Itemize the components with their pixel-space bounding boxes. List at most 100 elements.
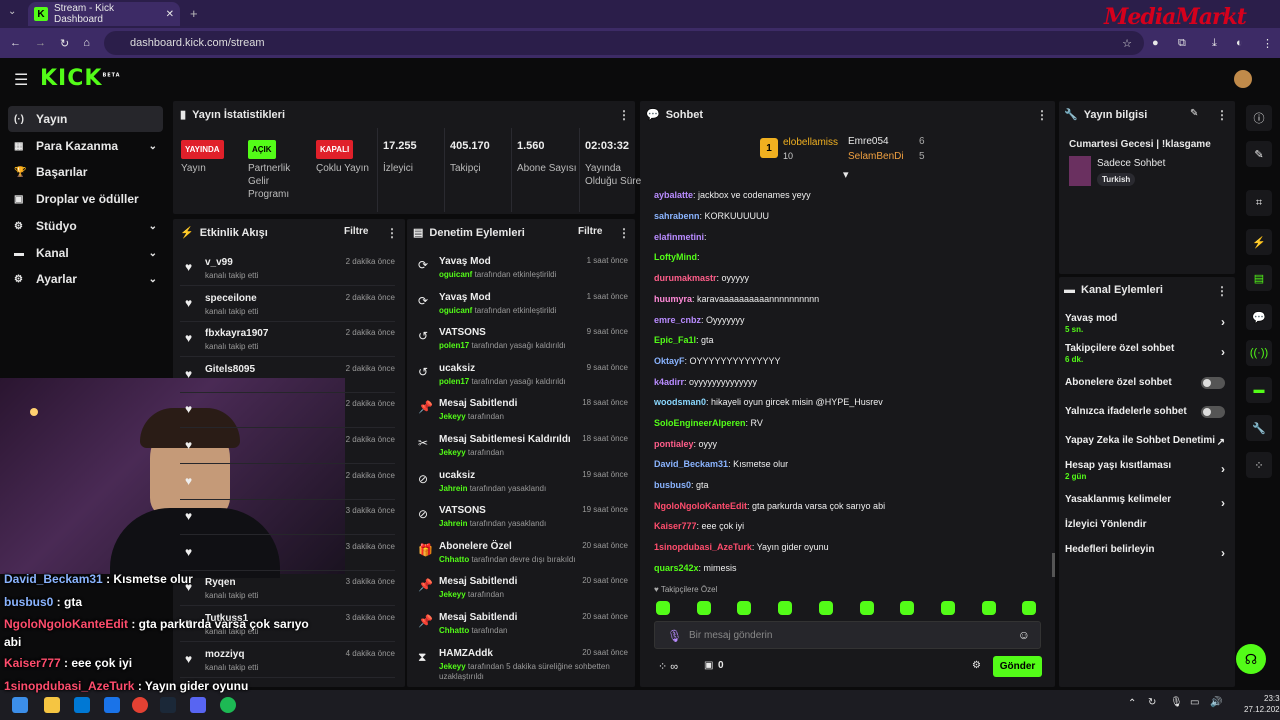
hamburger-menu-icon[interactable]: ☰ bbox=[14, 70, 28, 90]
edit-pencil-icon[interactable]: ✎ bbox=[1190, 108, 1198, 119]
focus-icon[interactable]: ⌗ bbox=[1246, 190, 1272, 216]
chat-username[interactable]: emre_cnbz bbox=[654, 315, 701, 325]
chat-username[interactable]: k4adirr bbox=[654, 377, 684, 387]
chat-username[interactable]: busbus0 bbox=[654, 480, 691, 490]
browser-tab[interactable]: K Stream - Kick Dashboard ✕ bbox=[28, 2, 180, 26]
chat-input[interactable]: 🎙 Bir mesaj gönderin ☺ bbox=[654, 621, 1041, 649]
emote-icon[interactable] bbox=[900, 601, 915, 615]
leaderboard-collapse-icon[interactable]: ▾ bbox=[843, 168, 849, 181]
new-tab-icon[interactable]: + bbox=[190, 6, 198, 21]
explorer-icon[interactable] bbox=[44, 697, 60, 713]
extension-red-icon[interactable]: ● bbox=[1152, 37, 1159, 49]
spotify-icon[interactable] bbox=[220, 697, 236, 713]
chat-username[interactable]: durumakmastr bbox=[654, 273, 717, 283]
forward-icon[interactable]: → bbox=[35, 37, 46, 49]
chat-username[interactable]: Epic_Fa1l bbox=[654, 335, 696, 345]
activity-item[interactable]: ♥ Ryqen kanalı takip etti 3 dakika önce bbox=[180, 571, 395, 607]
moderation-menu-icon[interactable]: ⋮ bbox=[618, 226, 630, 240]
channel-action-item[interactable]: Yavaş mod 5 sn. › bbox=[1065, 313, 1225, 334]
chat-username[interactable]: SoloEngineerAlperen bbox=[654, 418, 746, 428]
activity-filter-button[interactable]: Filtre bbox=[344, 226, 368, 237]
chat-username[interactable]: woodsman0 bbox=[654, 397, 706, 407]
chat-username[interactable]: Kaiser777 bbox=[654, 521, 697, 531]
moderation-item[interactable]: ⟳ Yavaş Mod oguicanf tarafından etkinleşti… bbox=[413, 251, 631, 286]
wrench-rail-icon[interactable]: 🔧 bbox=[1246, 415, 1272, 441]
chat-username[interactable]: elafinmetini bbox=[654, 232, 704, 242]
moderation-item[interactable]: ⊘ ucaksiz Jahrein tarafından yasaklandı 19 … bbox=[413, 465, 631, 500]
activity-item[interactable]: ♥ 3 dakika önce bbox=[180, 500, 395, 536]
moderation-item[interactable]: ⧗ HAMZAddk Jekeyy tarafından 5 dakika süre… bbox=[413, 643, 631, 681]
discord-icon[interactable] bbox=[190, 697, 206, 713]
emote-icon[interactable] bbox=[656, 601, 670, 615]
channel-actions-menu-icon[interactable]: ⋮ bbox=[1216, 284, 1228, 298]
sidebar-item-1[interactable]: ▦ Para Kazanma ⌄ bbox=[8, 133, 163, 159]
activity-item[interactable]: ♥ speceilone kanalı takip etti 2 dakika önc… bbox=[180, 287, 395, 322]
chevron-down-icon[interactable]: ⌄ bbox=[149, 248, 157, 259]
emoji-icon[interactable]: ☺ bbox=[1018, 628, 1030, 642]
chat-username[interactable]: David_Beckam31 bbox=[654, 459, 728, 469]
store-icon[interactable] bbox=[74, 697, 90, 713]
moderation-item[interactable]: ⊘ VATSONS Jahrein tarafından yasaklandı 19 … bbox=[413, 500, 631, 535]
send-button[interactable]: Gönder bbox=[993, 656, 1042, 677]
channel-action-item[interactable]: Hesap yaşı kısıtlaması 2 gün › bbox=[1065, 460, 1225, 481]
leaderboard-name-3[interactable]: SelamBenDi bbox=[848, 151, 904, 162]
moderation-item[interactable]: ↺ VATSONS polen17 tarafından yasağı kaldır… bbox=[413, 322, 631, 357]
emote-icon[interactable] bbox=[940, 601, 955, 615]
points-icon[interactable]: ⁘ ∞ bbox=[658, 660, 678, 673]
start-icon[interactable] bbox=[12, 697, 28, 713]
moderation-item[interactable]: 📌 Mesaj Sabitlendi Jekeyy tarafından 18 saa… bbox=[413, 393, 631, 428]
pencil-icon[interactable]: ✎ bbox=[1246, 141, 1272, 167]
tray-chevron-icon[interactable]: ⌃ bbox=[1128, 698, 1136, 709]
sidebar-item-4[interactable]: ⚙ Stüdyo ⌄ bbox=[8, 213, 163, 239]
activity-item[interactable]: ♥ Gitels8095 2 dakika önce bbox=[180, 358, 395, 393]
activity-item[interactable]: ♥ mozziyq kanalı takip etti 4 dakika önce bbox=[180, 643, 395, 678]
home-icon[interactable]: ⌂ bbox=[83, 37, 90, 49]
channel-action-item[interactable]: İzleyici Yönlendir bbox=[1065, 519, 1225, 530]
chat-scrollbar[interactable] bbox=[1052, 553, 1055, 577]
url-field[interactable]: dashboard.kick.com/stream ☆ bbox=[104, 31, 1144, 55]
extensions-icon[interactable]: ⧉ bbox=[1178, 37, 1186, 50]
chat-settings-icon[interactable]: ⚙ bbox=[972, 660, 981, 671]
chat-username[interactable]: LoftyMind bbox=[654, 252, 697, 262]
user-avatar[interactable] bbox=[1234, 70, 1252, 88]
sidebar-item-5[interactable]: ▬ Kanal ⌄ bbox=[8, 240, 163, 266]
channel-action-item[interactable]: Abonelere özel sohbet bbox=[1065, 377, 1225, 389]
category-name[interactable]: Sadece Sohbet bbox=[1097, 158, 1165, 169]
activity-item[interactable]: ♥ 2 dakika önce bbox=[180, 393, 395, 429]
channel-action-item[interactable]: Hedefleri belirleyin › bbox=[1065, 544, 1225, 560]
leaderboard-name-2[interactable]: Emre054 bbox=[848, 136, 889, 147]
gift-icon[interactable]: ▣ bbox=[704, 660, 713, 671]
emote-icon[interactable] bbox=[859, 601, 874, 615]
chat-username[interactable]: sahrabenn bbox=[654, 211, 700, 221]
moderation-item[interactable]: ✂ Mesaj Sabitlemesi Kaldırıldı Jekeyy tara… bbox=[413, 429, 631, 464]
emote-icon[interactable] bbox=[981, 601, 996, 615]
chrome-icon[interactable] bbox=[132, 697, 148, 713]
sidebar-item-6[interactable]: ⚙ Ayarlar ⌄ bbox=[8, 266, 163, 292]
chat-username[interactable]: quars242x bbox=[654, 563, 699, 573]
network-icon[interactable]: ▭ bbox=[1190, 697, 1199, 708]
emote-icon[interactable] bbox=[818, 601, 833, 615]
channel-action-item[interactable]: Yalnızca ifadelerle sohbet bbox=[1065, 406, 1225, 418]
chat-username[interactable]: 1sinopdubasi_AzeTurk bbox=[654, 542, 752, 552]
chat-username[interactable]: pontialey bbox=[654, 439, 694, 449]
activity-item[interactable]: ♥ 2 dakika önce bbox=[180, 465, 395, 500]
browser-menu-icon[interactable]: ⋮ bbox=[1262, 37, 1273, 50]
channel-action-item[interactable]: Yapay Zeka ile Sohbet Denetimi ↗ bbox=[1065, 435, 1225, 448]
activity-item[interactable]: ♥ fbxkayra1907 kanalı takip etti 2 dakika ö… bbox=[180, 322, 395, 358]
chat-username[interactable]: NgoloNgoloKanteEdit bbox=[654, 501, 747, 511]
chat-username[interactable]: aybalatte bbox=[654, 190, 693, 200]
activity-item[interactable]: ♥ 2 dakika önce bbox=[180, 429, 395, 464]
volume-icon[interactable]: 🔊 bbox=[1210, 697, 1222, 708]
activity-menu-icon[interactable]: ⋮ bbox=[386, 226, 398, 240]
clock[interactable]: 23:3127.12.2025 bbox=[1244, 693, 1280, 715]
tab-search-icon[interactable]: ⌄ bbox=[8, 6, 16, 17]
chevron-down-icon[interactable]: ⌄ bbox=[149, 221, 157, 232]
bolt-rail-icon[interactable]: ⚡ bbox=[1246, 229, 1272, 255]
emote-icon[interactable] bbox=[1022, 601, 1037, 615]
leaderboard-name-1[interactable]: elobellamiss bbox=[783, 137, 838, 148]
more-rail-icon[interactable]: ⁘ bbox=[1246, 452, 1272, 478]
tab-close-icon[interactable]: ✕ bbox=[166, 9, 174, 20]
moderation-item[interactable]: 🎁 Abonelere Özel Chhatto tarafından devre … bbox=[413, 536, 631, 571]
download-icon[interactable]: ⤓ bbox=[1212, 37, 1217, 50]
chat-username[interactable]: huumyra bbox=[654, 294, 692, 304]
